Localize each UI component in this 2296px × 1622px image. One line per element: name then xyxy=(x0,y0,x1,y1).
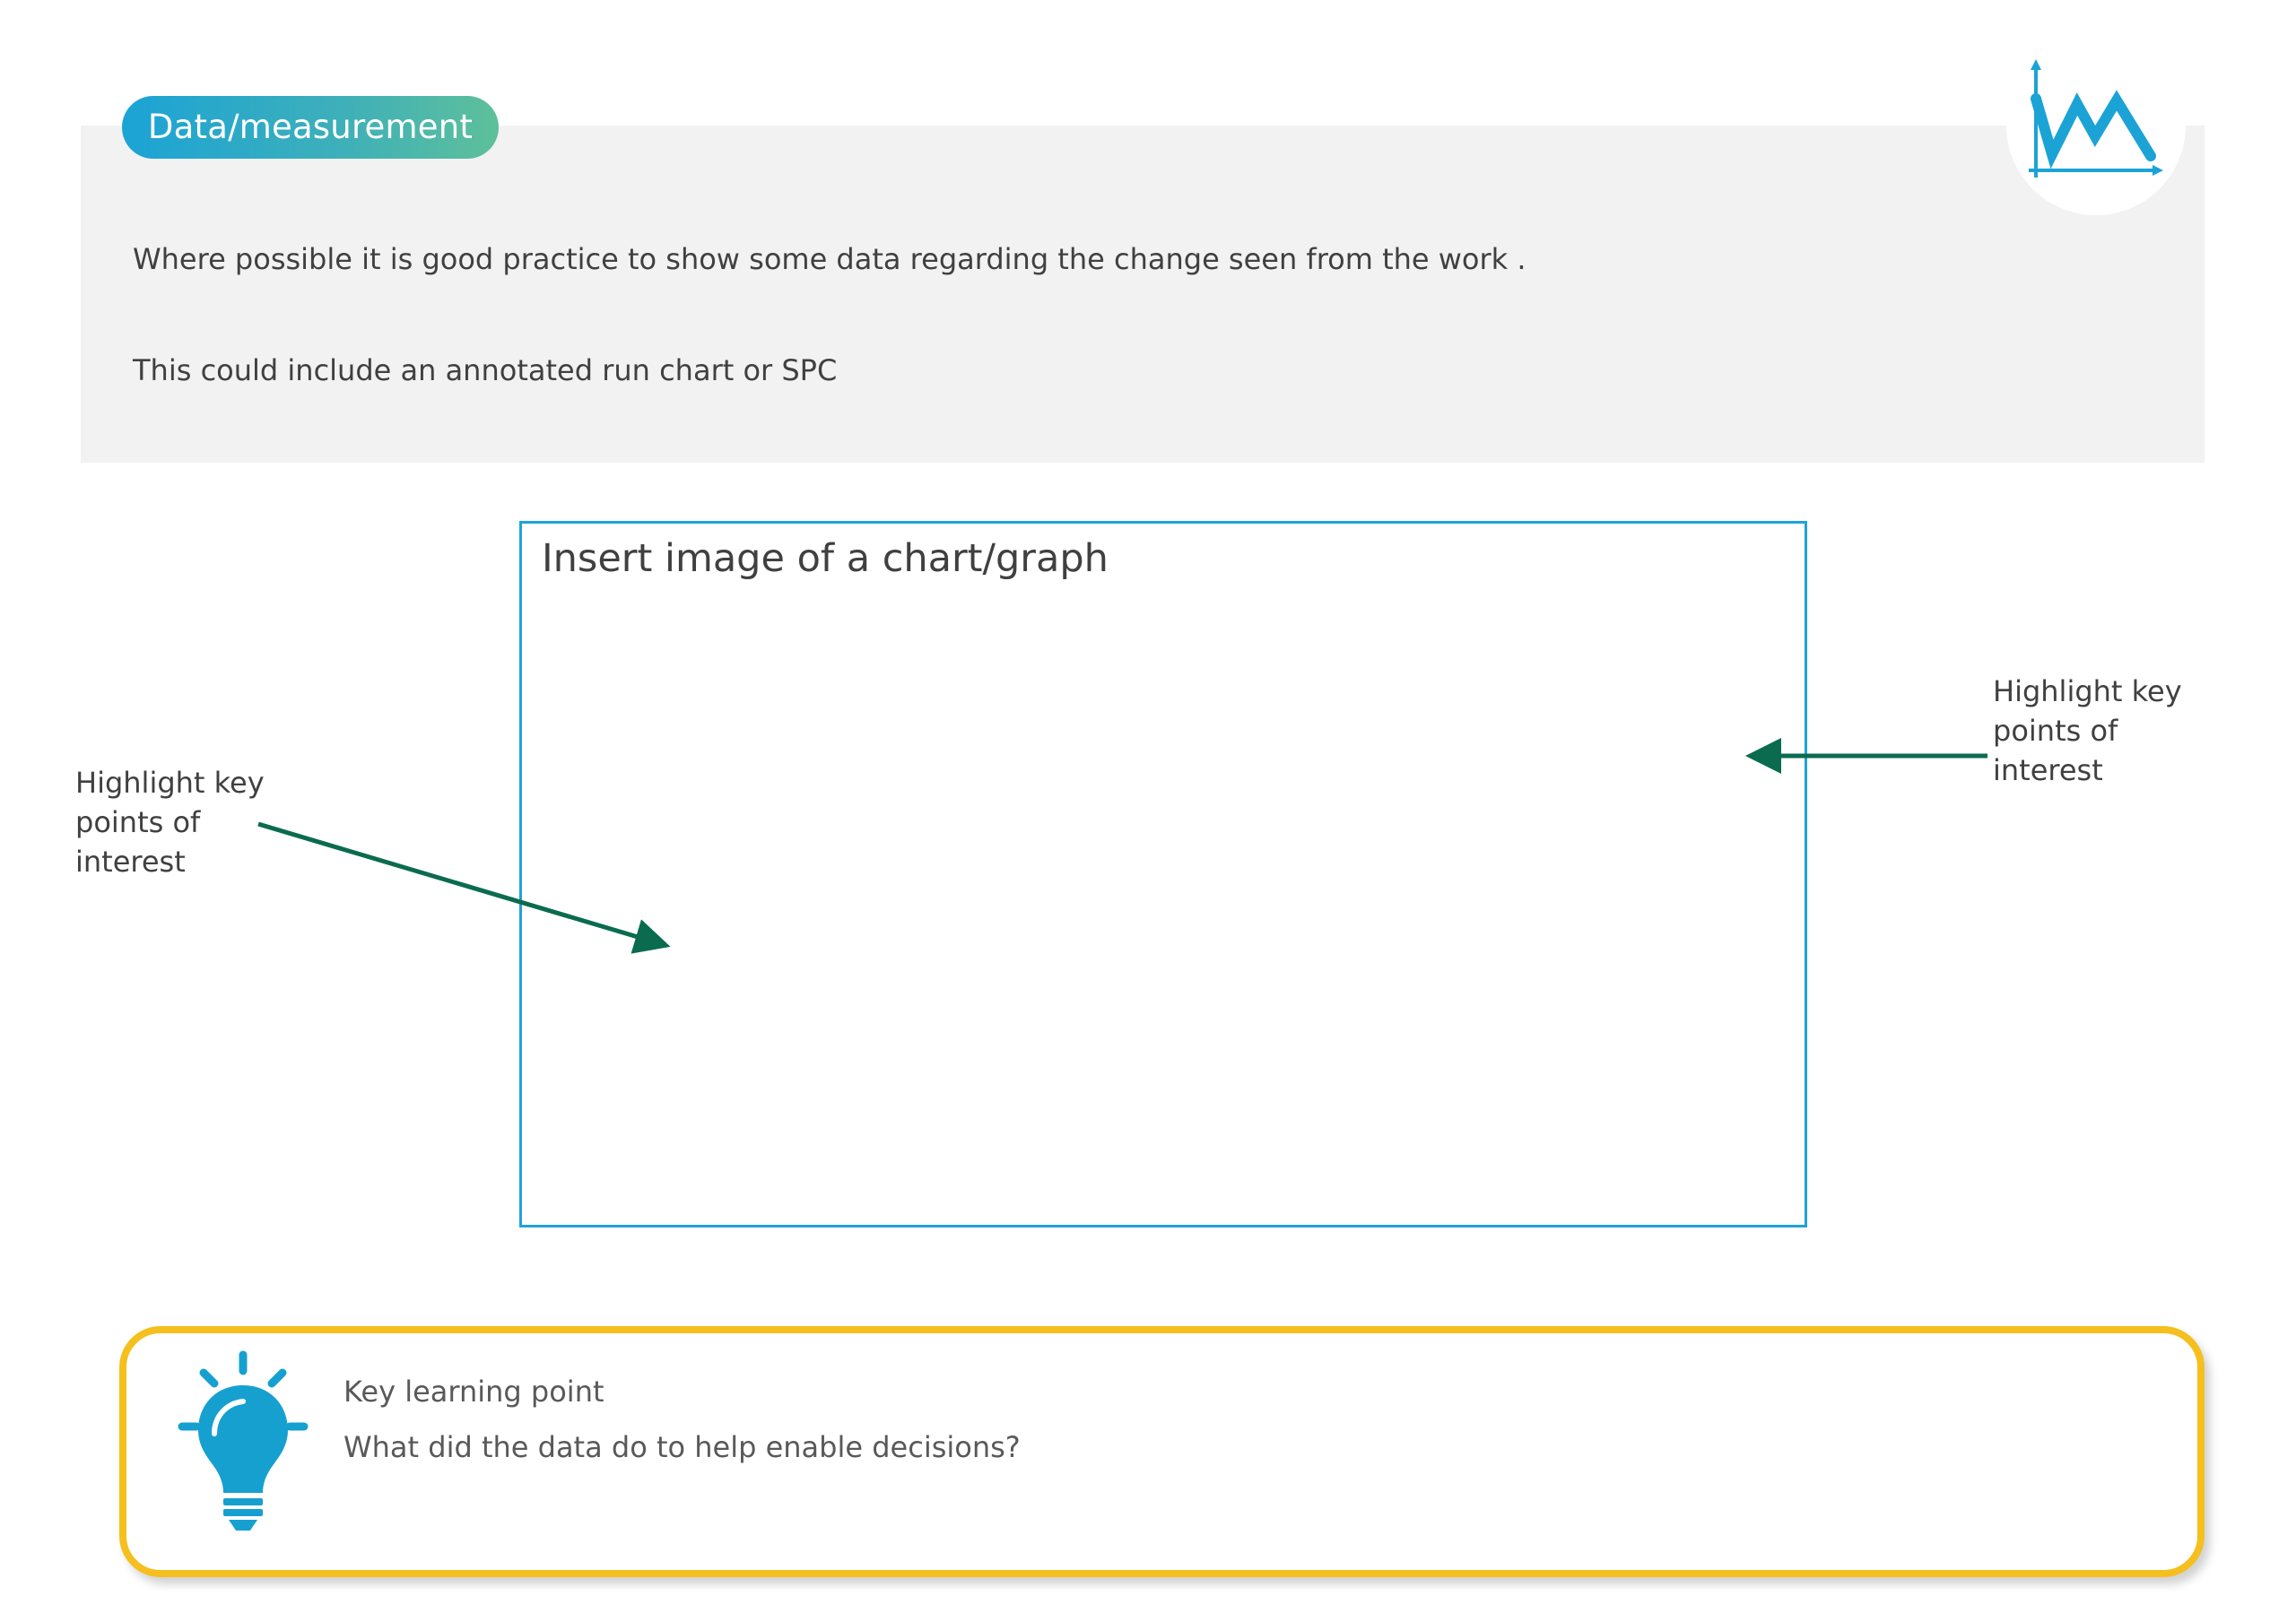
info-panel xyxy=(81,126,2205,463)
placeholder-title: Insert image of a chart/graph xyxy=(542,536,1109,581)
annotation-left: Highlight key points of interest xyxy=(75,766,265,879)
slide: Data/measurement Where possible it is go… xyxy=(0,0,2296,1622)
intro-text-1: Where possible it is good practice to sh… xyxy=(133,242,1526,276)
chart-image-placeholder[interactable]: Insert image of a chart/graph xyxy=(519,521,1807,1227)
key-learning-box: Key learning point What did the data do … xyxy=(119,1326,2205,1577)
intro-text-2: This could include an annotated run char… xyxy=(133,353,838,387)
lightbulb-icon xyxy=(144,1348,324,1536)
learning-question: What did the data do to help enable deci… xyxy=(344,1430,1021,1464)
line-chart-icon xyxy=(2002,36,2190,224)
learning-title: Key learning point xyxy=(344,1375,604,1409)
section-badge: Data/measurement xyxy=(122,96,499,159)
annotation-right: Highlight key points of interest xyxy=(1993,674,2182,787)
